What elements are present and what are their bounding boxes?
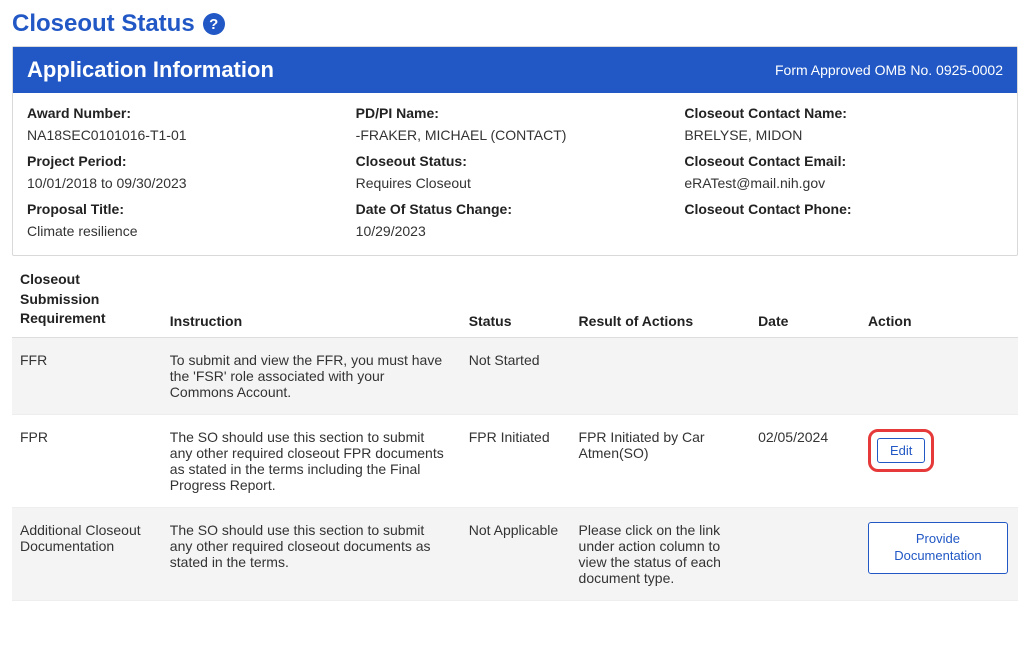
pdpi-name-value: -FRAKER, MICHAEL (CONTACT) [356,127,675,143]
closeout-status-value: Requires Closeout [356,175,675,191]
closeout-contact-email-value: eRATest@mail.nih.gov [684,175,1003,191]
form-approved-text: Form Approved OMB No. 0925-0002 [775,62,1003,78]
closeout-contact-name-value: BRELYSE, MIDON [684,127,1003,143]
col-header-status: Status [461,270,571,337]
cell-status: Not Started [461,337,571,414]
award-number-label: Award Number: [27,105,346,121]
cell-requirement: Additional Closeout Documentation [12,507,162,600]
closeout-status-label: Closeout Status: [356,153,675,169]
page-title: Closeout Status ? [12,10,1018,38]
date-status-change-label: Date Of Status Change: [356,201,675,217]
cell-status: Not Applicable [461,507,571,600]
col-header-requirement: Closeout Submission Requirement [12,270,162,337]
cell-instruction: The SO should use this section to submit… [162,414,461,507]
col-header-date: Date [750,270,860,337]
table-row: Additional Closeout Documentation The SO… [12,507,1018,600]
cell-date: 02/05/2024 [750,414,860,507]
pdpi-name-label: PD/PI Name: [356,105,675,121]
cell-requirement: FFR [12,337,162,414]
cell-date [750,507,860,600]
page-title-text: Closeout Status [12,10,195,38]
edit-button[interactable]: Edit [877,438,925,463]
col-header-result: Result of Actions [571,270,751,337]
table-row: FFR To submit and view the FFR, you must… [12,337,1018,414]
col-header-instruction: Instruction [162,270,461,337]
cell-instruction: The SO should use this section to submit… [162,507,461,600]
application-info-grid: Award Number: NA18SEC0101016-T1-01 PD/PI… [13,93,1017,255]
cell-action: Provide Documentation [860,507,1018,600]
col-header-action: Action [860,270,1018,337]
proposal-title-label: Proposal Title: [27,201,346,217]
cell-action [860,337,1018,414]
cell-result: Please click on the link under action co… [571,507,751,600]
closeout-contact-phone-label: Closeout Contact Phone: [684,201,1003,217]
application-information-panel: Application Information Form Approved OM… [12,46,1018,256]
panel-title: Application Information [27,57,274,83]
cell-date [750,337,860,414]
date-status-change-value: 10/29/2023 [356,223,675,239]
award-number-value: NA18SEC0101016-T1-01 [27,127,346,143]
closeout-contact-email-label: Closeout Contact Email: [684,153,1003,169]
panel-header: Application Information Form Approved OM… [13,47,1017,93]
cell-status: FPR Initiated [461,414,571,507]
help-icon[interactable]: ? [203,13,225,35]
edit-highlight: Edit [868,429,934,472]
proposal-title-value: Climate resilience [27,223,346,239]
provide-documentation-button[interactable]: Provide Documentation [868,522,1008,574]
project-period-value: 10/01/2018 to 09/30/2023 [27,175,346,191]
cell-instruction: To submit and view the FFR, you must hav… [162,337,461,414]
table-row: FPR The SO should use this section to su… [12,414,1018,507]
cell-action: Edit [860,414,1018,507]
project-period-label: Project Period: [27,153,346,169]
closeout-table: Closeout Submission Requirement Instruct… [12,270,1018,601]
cell-result [571,337,751,414]
cell-result: FPR Initiated by Car Atmen(SO) [571,414,751,507]
closeout-contact-name-label: Closeout Contact Name: [684,105,1003,121]
cell-requirement: FPR [12,414,162,507]
